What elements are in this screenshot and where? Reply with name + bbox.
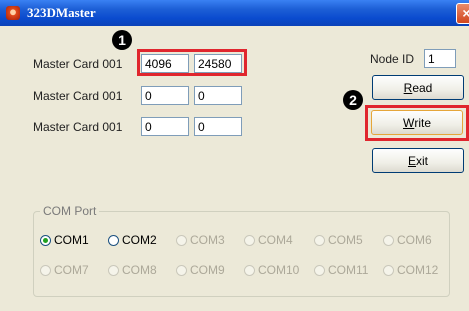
node-id-label: Node ID	[370, 52, 415, 66]
radio-com9[interactable]	[176, 265, 187, 276]
radio-com11[interactable]	[314, 265, 325, 276]
callout-badge-2: 2	[343, 90, 363, 110]
com-port-group	[33, 211, 450, 297]
window-title: 323DMaster	[27, 5, 96, 20]
radio-label-com3: COM3	[190, 233, 225, 247]
node-id-field[interactable]	[424, 49, 456, 68]
radio-com5[interactable]	[314, 235, 325, 246]
radio-label-com12: COM12	[397, 263, 439, 277]
radio-label-com5: COM5	[328, 233, 363, 247]
master-card-label-3: Master Card 001	[33, 120, 123, 134]
radio-label-com9: COM9	[190, 263, 225, 277]
master-card-label-2: Master Card 001	[33, 89, 123, 103]
write-label-rest: rite	[414, 115, 431, 130]
master-card-2-field-a[interactable]	[141, 86, 189, 105]
write-button[interactable]: Write	[371, 110, 463, 135]
master-card-3-field-a[interactable]	[141, 117, 189, 136]
master-card-3-field-b[interactable]	[194, 117, 242, 136]
radio-selected-dot	[43, 238, 48, 243]
com-port-group-title: COM Port	[40, 204, 100, 218]
callout-badge-1: 1	[112, 30, 132, 50]
radio-com2[interactable]	[108, 235, 119, 246]
radio-com10[interactable]	[244, 265, 255, 276]
exit-mnemonic: E	[407, 153, 416, 168]
radio-label-com10: COM10	[258, 263, 300, 277]
title-bar[interactable]: 323DMaster ×	[0, 0, 469, 26]
radio-label-com8: COM8	[122, 263, 157, 277]
radio-label-com4: COM4	[258, 233, 293, 247]
radio-com7[interactable]	[40, 265, 51, 276]
close-button[interactable]: ×	[456, 3, 469, 24]
exit-label-rest: xit	[416, 153, 428, 168]
highlight-box-1	[137, 49, 247, 76]
read-mnemonic: R	[403, 80, 413, 95]
close-icon: ×	[462, 5, 469, 21]
radio-com12[interactable]	[383, 265, 394, 276]
app-icon	[6, 6, 20, 20]
radio-com6[interactable]	[383, 235, 394, 246]
radio-com8[interactable]	[108, 265, 119, 276]
radio-label-com6: COM6	[397, 233, 432, 247]
master-card-2-field-b[interactable]	[194, 86, 242, 105]
radio-com4[interactable]	[244, 235, 255, 246]
radio-label-com11: COM11	[328, 263, 369, 277]
write-mnemonic: W	[403, 115, 415, 130]
read-button[interactable]: Read	[372, 75, 464, 100]
radio-label-com7: COM7	[54, 263, 89, 277]
radio-com1[interactable]	[40, 235, 51, 246]
radio-label-com2: COM2	[122, 233, 157, 247]
master-card-label-1: Master Card 001	[33, 57, 123, 71]
radio-label-com1: COM1	[54, 233, 89, 247]
radio-com3[interactable]	[176, 235, 187, 246]
read-label-rest: ead	[412, 80, 433, 95]
app-window: 323DMaster × Master Card 001 1 Master Ca…	[0, 0, 469, 311]
exit-button[interactable]: Exit	[372, 148, 464, 173]
